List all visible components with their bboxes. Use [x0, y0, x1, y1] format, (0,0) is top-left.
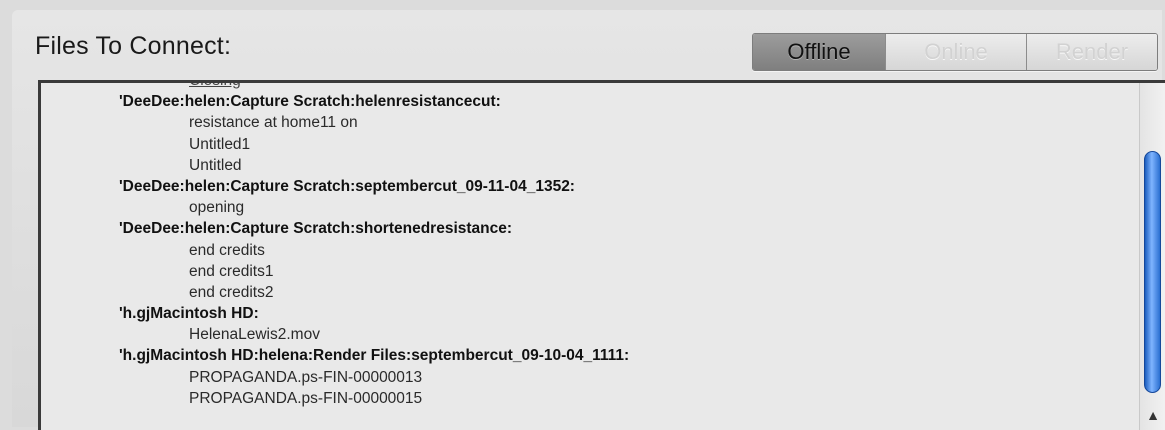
- file-row[interactable]: end credits2: [41, 282, 1126, 303]
- mode-segmented-control: Offline Online Render: [752, 33, 1158, 71]
- folder-path-row[interactable]: 'h.gjMacintosh HD:helena:Render Files:se…: [41, 345, 1126, 366]
- tab-online[interactable]: Online: [886, 34, 1027, 70]
- file-row[interactable]: Untitled1: [41, 134, 1126, 155]
- vertical-scrollbar[interactable]: ▲: [1139, 83, 1165, 430]
- file-row[interactable]: end credits: [41, 240, 1126, 261]
- panel-title: Files To Connect:: [35, 32, 232, 60]
- scrollbar-thumb[interactable]: [1144, 151, 1161, 393]
- folder-path-row[interactable]: 'h.gjMacintosh HD:: [41, 303, 1126, 324]
- file-list-content: Closing 'DeeDee:helen:Capture Scratch:hel…: [41, 83, 1126, 409]
- folder-path-row[interactable]: 'DeeDee:helen:Capture Scratch:septemberc…: [41, 176, 1126, 197]
- file-row[interactable]: Untitled: [41, 155, 1126, 176]
- file-row[interactable]: Closing: [41, 83, 1126, 91]
- file-row[interactable]: HelenaLewis2.mov: [41, 324, 1126, 345]
- tab-offline[interactable]: Offline: [753, 34, 886, 70]
- file-row[interactable]: PROPAGANDA.ps-FIN-00000015: [41, 388, 1126, 409]
- file-row[interactable]: PROPAGANDA.ps-FIN-00000013: [41, 367, 1126, 388]
- folder-path-row[interactable]: 'DeeDee:helen:Capture Scratch:shortenedr…: [41, 218, 1126, 239]
- file-list[interactable]: Closing 'DeeDee:helen:Capture Scratch:hel…: [38, 80, 1165, 430]
- tab-render[interactable]: Render: [1027, 34, 1157, 70]
- file-row[interactable]: opening: [41, 197, 1126, 218]
- file-row[interactable]: end credits1: [41, 261, 1126, 282]
- scroll-up-arrow-icon[interactable]: ▲: [1140, 406, 1165, 424]
- file-row[interactable]: resistance at home11 on: [41, 112, 1126, 133]
- folder-path-row[interactable]: 'DeeDee:helen:Capture Scratch:helenresis…: [41, 91, 1126, 112]
